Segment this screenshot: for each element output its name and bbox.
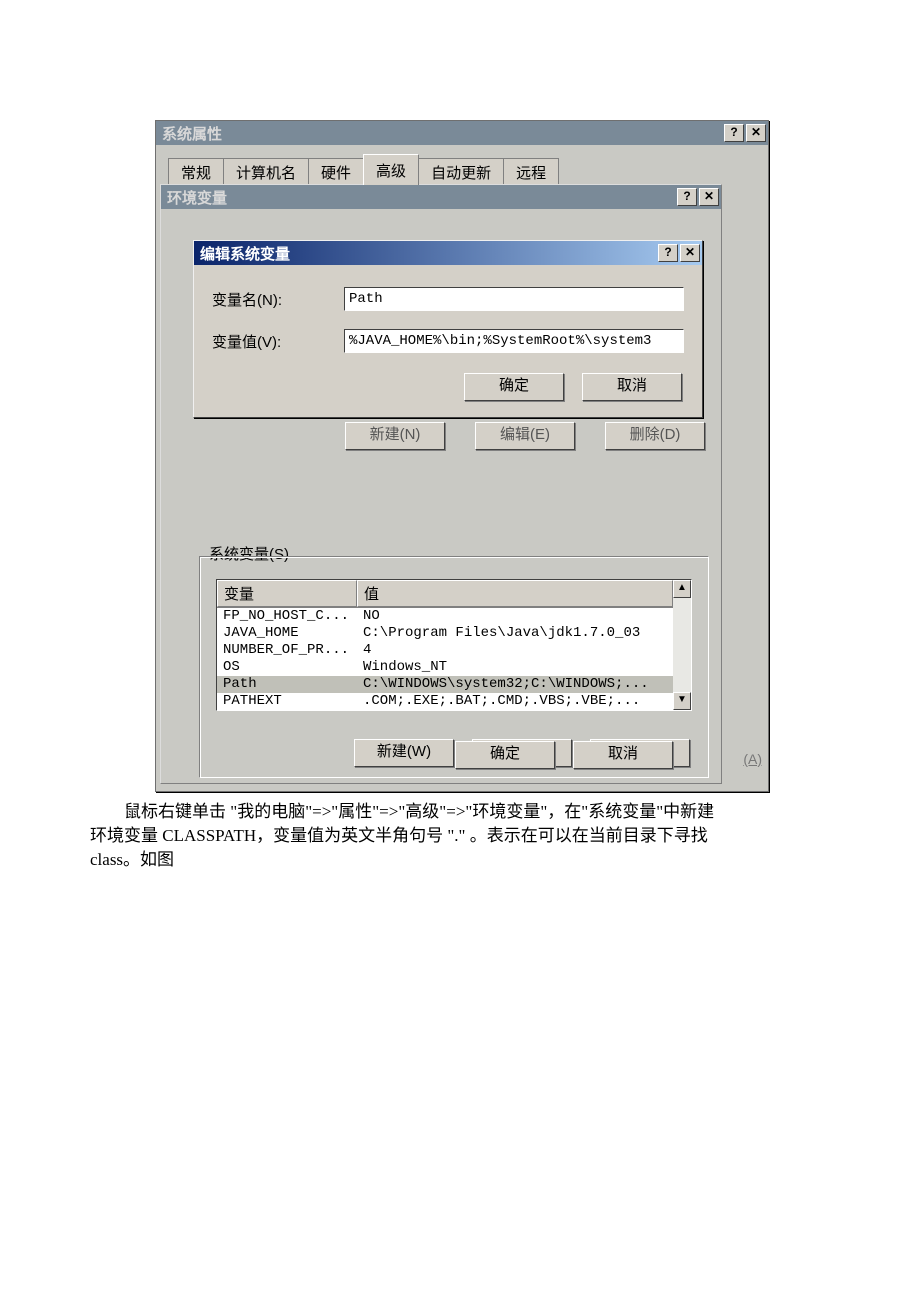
variable-name-label: 变量名(N): <box>212 289 344 310</box>
system-variables-group: 系统变量(S) 变量 值 FP_NO_HOST_C... NO JAVA_H <box>199 543 709 771</box>
edit-titlebar: 编辑系统变量 ? ✕ <box>194 241 702 265</box>
scrollbar[interactable]: ▲ ▼ <box>673 580 691 710</box>
table-row[interactable]: OS Windows_NT <box>217 659 673 676</box>
system-properties-titlebar: 系统属性 ? ✕ <box>156 121 768 145</box>
help-icon[interactable]: ? <box>677 188 697 206</box>
variable-name-input[interactable] <box>344 287 684 311</box>
env-titlebar: 环境变量 ? ✕ <box>161 185 721 209</box>
tab-remote[interactable]: 远程 <box>503 158 559 185</box>
system-variables-list[interactable]: 变量 值 FP_NO_HOST_C... NO JAVA_HOME C:\Pro… <box>216 579 692 711</box>
col-variable[interactable]: 变量 <box>217 580 357 607</box>
scroll-up-icon[interactable]: ▲ <box>673 580 691 598</box>
edit-uservar-button[interactable]: 编辑(E) <box>475 422 575 450</box>
variable-value-label: 变量值(V): <box>212 331 344 352</box>
scroll-down-icon[interactable]: ▼ <box>673 692 691 710</box>
table-row[interactable]: FP_NO_HOST_C... NO <box>217 608 673 625</box>
list-header: 变量 值 <box>217 580 673 608</box>
tab-computer-name[interactable]: 计算机名 <box>223 158 309 185</box>
help-icon[interactable]: ? <box>724 124 744 142</box>
help-icon[interactable]: ? <box>658 244 678 262</box>
new-uservar-button[interactable]: 新建(N) <box>345 422 445 450</box>
table-row[interactable]: PATHEXT .COM;.EXE;.BAT;.CMD;.VBS;.VBE;..… <box>217 693 673 710</box>
close-icon[interactable]: ✕ <box>699 188 719 206</box>
delete-uservar-button[interactable]: 删除(D) <box>605 422 705 450</box>
tab-general[interactable]: 常规 <box>168 158 224 185</box>
tab-hardware[interactable]: 硬件 <box>308 158 364 185</box>
table-row[interactable]: Path C:\WINDOWS\system32;C:\WINDOWS;... <box>217 676 673 693</box>
table-row[interactable]: JAVA_HOME C:\Program Files\Java\jdk1.7.0… <box>217 625 673 642</box>
edit-title: 编辑系统变量 <box>200 243 290 264</box>
close-icon[interactable]: ✕ <box>746 124 766 142</box>
env-cancel-button[interactable]: 取消 <box>573 741 673 769</box>
tab-advanced[interactable]: 高级 <box>363 154 419 185</box>
cancel-button[interactable]: 取消 <box>582 373 682 401</box>
apply-button-label[interactable]: (A) <box>743 751 762 767</box>
tab-auto-update[interactable]: 自动更新 <box>418 158 504 185</box>
system-properties-title: 系统属性 <box>162 123 222 144</box>
ok-button[interactable]: 确定 <box>464 373 564 401</box>
env-ok-button[interactable]: 确定 <box>455 741 555 769</box>
col-value[interactable]: 值 <box>357 580 673 607</box>
env-title: 环境变量 <box>167 187 227 208</box>
close-icon[interactable]: ✕ <box>680 244 700 262</box>
tabs: 常规 计算机名 硬件 高级 自动更新 远程 <box>156 157 768 185</box>
edit-system-variable-window: 编辑系统变量 ? ✕ 变量名(N): 变量值(V): 确定 取消 <box>193 240 703 418</box>
instruction-text: 鼠标右键单击 "我的电脑"=>"属性"=>"高级"=>"环境变量"，在"系统变量… <box>90 800 830 872</box>
table-row[interactable]: NUMBER_OF_PR... 4 <box>217 642 673 659</box>
variable-value-input[interactable] <box>344 329 684 353</box>
